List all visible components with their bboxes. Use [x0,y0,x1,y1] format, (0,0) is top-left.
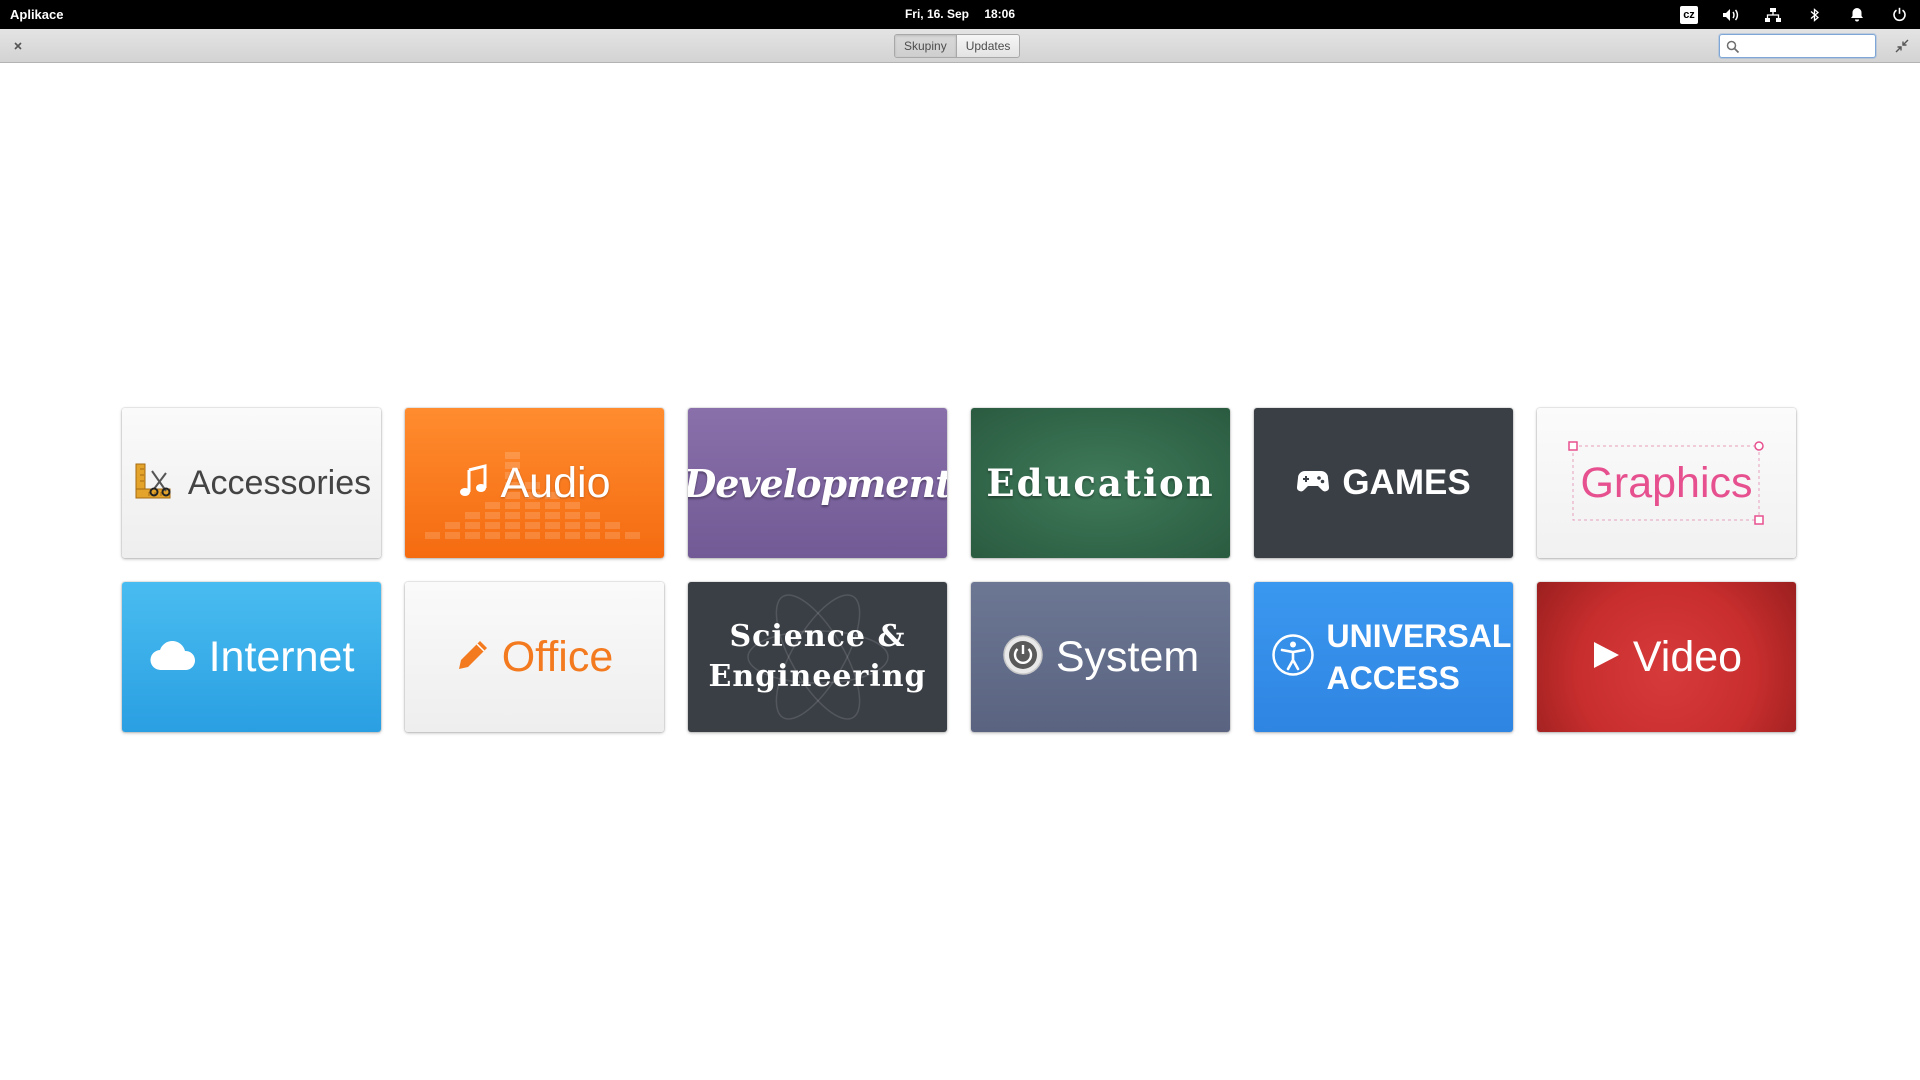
category-label: Accessories [187,463,372,502]
date-label: Fri, 16. Sep [904,7,969,21]
keyboard-layout-indicator[interactable]: cz [1678,4,1700,26]
accessories-icon [132,459,176,508]
category-tile-development[interactable]: Development [688,408,947,558]
restore-icon[interactable] [1894,38,1910,54]
category-tile-accessories[interactable]: Accessories [122,408,381,558]
category-label: Audio [500,458,611,507]
cloud-icon [149,638,197,677]
time-label: 18:06 [984,7,1016,21]
indicator-area: cz [1678,0,1910,29]
mode-button-updates[interactable]: Updates [955,35,1020,57]
category-label: Development [688,460,947,506]
volume-icon[interactable] [1720,4,1742,26]
view-mode-switch: Skupiny Updates [894,34,1021,58]
category-label: System [1055,632,1200,681]
close-icon[interactable] [10,38,26,54]
category-tile-video[interactable]: Video [1537,582,1796,732]
category-label: Internet [208,632,355,681]
bluetooth-icon[interactable] [1804,4,1826,26]
power-knob-icon [1002,634,1044,681]
search-icon [1726,40,1740,54]
category-tile-universal-access[interactable]: UNIVERSAL ACCESS [1254,582,1513,732]
category-tile-graphics[interactable]: Graphics [1537,408,1796,558]
mode-button-skupiny[interactable]: Skupiny [895,35,956,57]
network-icon[interactable] [1762,4,1784,26]
category-tile-office[interactable]: Office [405,582,664,732]
notification-bell-icon[interactable] [1846,4,1868,26]
category-label: Video [1632,632,1743,681]
music-note-icon [459,463,489,503]
category-tile-science-engineering[interactable]: Science & Engineering [688,582,947,732]
category-tile-audio[interactable]: Audio [405,408,664,558]
category-tile-education[interactable]: Education [971,408,1230,558]
category-label: Science & Engineering [708,619,927,694]
power-icon[interactable] [1888,4,1910,26]
category-label: Graphics [1580,458,1753,507]
pencil-icon [456,638,490,677]
category-tile-games[interactable]: GAMES [1254,408,1513,558]
play-icon [1591,640,1621,675]
category-label: UNIVERSAL ACCESS [1326,618,1511,696]
keyboard-layout-label: cz [1680,5,1698,24]
category-label: GAMES [1342,463,1471,502]
top-panel: Aplikace Fri, 16. Sep 18:06 cz [0,0,1920,29]
gamepad-icon [1296,469,1330,498]
search-box[interactable] [1719,34,1876,58]
category-label: Office [501,632,614,681]
date-time-indicator[interactable]: Fri, 16. Sep 18:06 [0,7,1920,21]
category-tile-internet[interactable]: Internet [122,582,381,732]
header-bar: Skupiny Updates [0,29,1920,63]
category-grid: Accessories Audio Development Education … [122,408,1798,732]
category-tile-system[interactable]: System [971,582,1230,732]
search-input[interactable] [1744,37,1870,55]
accessibility-icon [1271,633,1315,682]
category-label: Education [986,461,1215,505]
